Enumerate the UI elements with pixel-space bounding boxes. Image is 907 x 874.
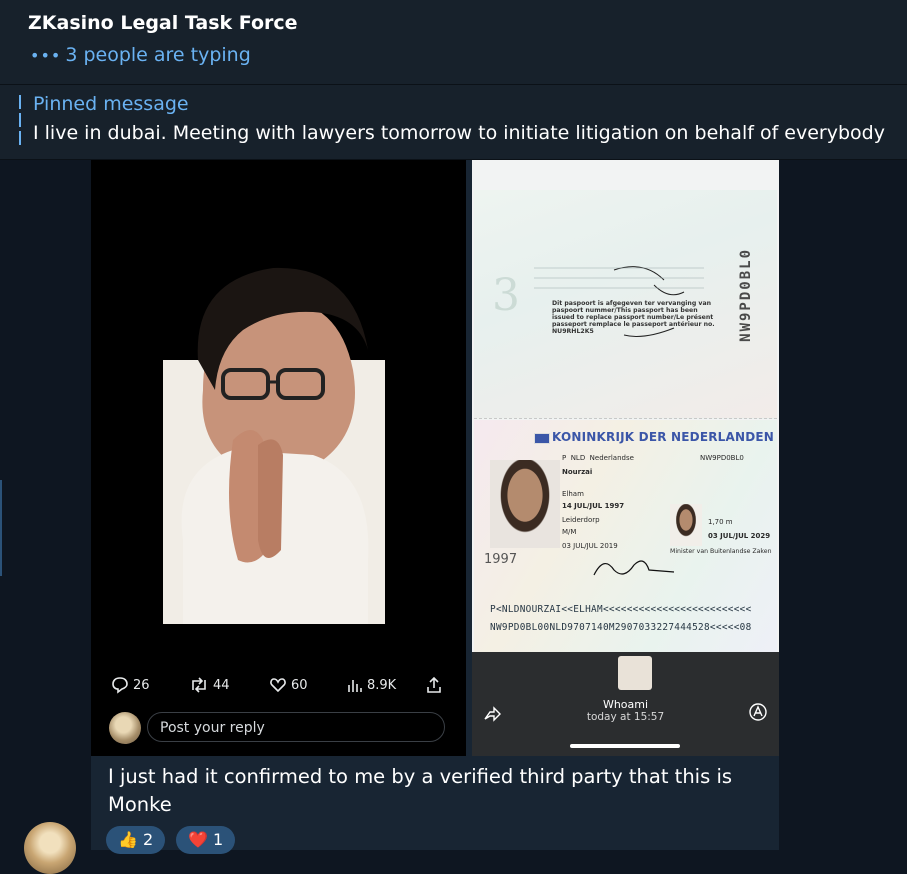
pinned-message-bar[interactable]: Pinned message I live in dubai. Meeting … <box>0 85 907 160</box>
passport-ghost-photo <box>670 504 702 546</box>
passport-issue-date: 03 JUL/JUL 2019 <box>562 542 618 550</box>
passport-height: 1,70 m <box>708 518 733 526</box>
passport-birth-date: 14 JUL/JUL 1997 <box>562 502 625 510</box>
passport-birth-place: Leiderdorp <box>562 516 600 524</box>
passport-surname: Nourzai <box>562 468 593 476</box>
like-action[interactable]: 60 <box>269 676 308 694</box>
message-text: I just had it confirmed to me by a verif… <box>108 765 733 816</box>
passport-expiry-date: 03 JUL/JUL 2029 <box>708 532 771 540</box>
retweet-icon <box>192 677 206 693</box>
reply-row: Post your reply <box>109 712 449 746</box>
phone-caption: Whoami today at 15:57 <box>472 698 779 723</box>
pinned-message-text: I live in dubai. Meeting with lawyers to… <box>33 122 885 144</box>
heart-icon <box>270 678 286 693</box>
phone-sender: Whoami <box>602 698 649 711</box>
typing-dots-icon: ••• <box>30 46 62 65</box>
reply-count: 26 <box>133 677 150 693</box>
pinned-indicator-bar <box>19 95 21 149</box>
tweet-screenshot-image[interactable]: 26 44 60 8.9K Post your reply <box>91 160 466 756</box>
passport-endorsement-text: Dit paspoort is afgegeven ter vervanging… <box>552 300 715 335</box>
passport-side-number: NW9PD0BL0 <box>738 248 754 342</box>
views-icon <box>348 680 362 692</box>
passport-photo <box>490 460 560 548</box>
passport-sex: M/M <box>562 528 577 536</box>
phone-time: today at 15:57 <box>586 711 665 723</box>
comment-icon <box>112 677 128 694</box>
flag-icon <box>534 433 550 444</box>
chat-title[interactable]: ZKasino Legal Task Force <box>28 12 298 34</box>
reply-action[interactable]: 26 <box>111 676 150 694</box>
passport-screenshot-image[interactable]: 3 Dit paspoort is afgegeven ter vervangi… <box>472 160 779 756</box>
scroll-indicator <box>0 480 2 576</box>
retweet-action[interactable]: 44 <box>189 676 230 694</box>
sender-avatar[interactable] <box>24 822 76 874</box>
mrz-line-2: NW9PD0BL00NLD9707140M2907033227444528<<<… <box>490 622 752 633</box>
share-action[interactable] <box>425 676 443 694</box>
retweet-count: 44 <box>213 677 230 693</box>
views-action[interactable]: 8.9K <box>347 676 396 694</box>
avatar <box>109 712 141 744</box>
share-icon <box>427 676 441 693</box>
passport-data-page: KONINKRIJK DER NEDERLANDEN P NLD Nederla… <box>474 420 777 652</box>
chat-header[interactable]: ZKasino Legal Task Force ••• 3 people are… <box>0 0 907 85</box>
passport-given-name: Elham <box>562 490 584 498</box>
passport-nationality: Nederlandse <box>589 454 634 462</box>
svg-text:3: 3 <box>492 270 520 321</box>
tweet-action-bar: 26 44 60 8.9K <box>111 676 451 698</box>
reply-input[interactable]: Post your reply <box>147 712 445 742</box>
markup-icon[interactable] <box>748 702 768 722</box>
passport-number: NW9PD0BL0 <box>700 454 744 462</box>
image-thumbnail[interactable] <box>618 656 652 690</box>
person-photo <box>163 267 385 624</box>
reaction-heart[interactable]: ❤️ 1 <box>176 826 236 854</box>
passport-country-code: NLD <box>570 454 586 462</box>
pinned-message-label: Pinned message <box>33 93 189 115</box>
views-count: 8.9K <box>367 677 397 693</box>
like-count: 60 <box>291 677 308 693</box>
typing-status: 3 people are typing <box>65 44 251 66</box>
mrz-line-1: P<NLDNOURZAI<<ELHAM<<<<<<<<<<<<<<<<<<<<<… <box>490 604 752 615</box>
reaction-thumbs-up[interactable]: 👍 2 <box>106 826 166 854</box>
home-indicator <box>570 744 680 748</box>
signature-mark <box>593 560 675 576</box>
passport-header: KONINKRIJK DER NEDERLANDEN <box>552 430 775 444</box>
passport-endorsement-page: 3 Dit paspoort is afgegeven ter vervangi… <box>474 190 777 419</box>
typing-indicator: ••• 3 people are typing <box>30 44 251 66</box>
passport-type: P <box>562 454 567 462</box>
